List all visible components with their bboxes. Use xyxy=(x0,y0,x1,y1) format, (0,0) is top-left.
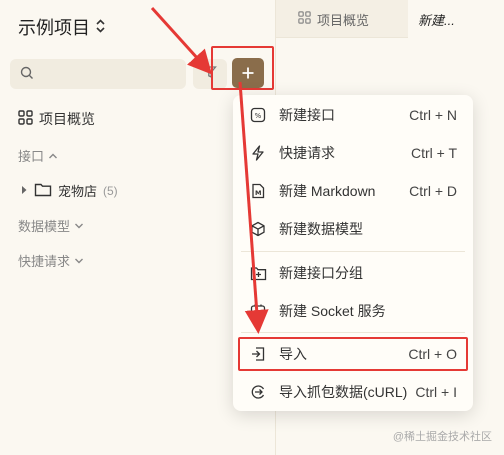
menu-item-shortcut: Ctrl + I xyxy=(415,384,457,400)
grid-icon xyxy=(18,110,33,128)
markdown-icon: M xyxy=(249,182,267,200)
lightning-icon xyxy=(249,144,267,162)
menu-item-label: 新建接口 xyxy=(279,107,335,123)
menu-divider xyxy=(241,332,465,333)
section-data-models[interactable]: 数据模型 xyxy=(18,216,84,235)
svg-text:M: M xyxy=(255,189,261,197)
caret-right-icon xyxy=(20,183,28,198)
import-highlight xyxy=(238,337,468,371)
folder-icon xyxy=(34,182,52,200)
chevron-down-icon xyxy=(74,218,84,233)
menu-item-new-data-model[interactable]: 新建数据模型 xyxy=(233,211,473,247)
tree-item-petstore[interactable]: 宠物店 (5) xyxy=(20,181,118,200)
menu-item-new-markdown[interactable]: M 新建 Markdown Ctrl + D xyxy=(233,173,473,209)
section-label: 快捷请求 xyxy=(18,254,71,269)
chevron-down-icon xyxy=(74,253,84,268)
tab-label: 项目概览 xyxy=(317,12,370,28)
project-selector[interactable]: 示例项目 xyxy=(18,14,105,40)
menu-item-shortcut: Ctrl + T xyxy=(410,145,457,161)
tab-label: 新建... xyxy=(418,12,455,28)
section-label: 接口 xyxy=(18,149,45,164)
folder-count: (5) xyxy=(103,183,118,198)
menu-item-label: 新建 Socket 服务 xyxy=(279,303,386,319)
add-button-highlight xyxy=(211,46,274,90)
menu-item-label: 新建接口分组 xyxy=(279,265,363,281)
tab-overview[interactable]: 项目概览 xyxy=(298,0,369,38)
menu-item-new-api[interactable]: % 新建接口 Ctrl + N xyxy=(233,97,473,133)
tab-new[interactable]: 新建... xyxy=(408,0,504,38)
menu-divider xyxy=(241,251,465,252)
chevron-updown-icon xyxy=(96,18,105,36)
cube-icon xyxy=(249,220,267,238)
section-quick-requests[interactable]: 快捷请求 xyxy=(18,251,84,270)
sidebar-item-label: 项目概览 xyxy=(39,111,95,127)
menu-item-label: 新建 Markdown xyxy=(279,183,376,199)
capture-icon xyxy=(249,383,267,401)
menu-item-quick-request[interactable]: 快捷请求 Ctrl + T xyxy=(233,135,473,171)
search-icon xyxy=(20,66,34,85)
section-api[interactable]: 接口 xyxy=(18,146,58,165)
menu-item-label: 快捷请求 xyxy=(279,145,335,161)
menu-item-label: 新建数据模型 xyxy=(279,221,363,237)
menu-item-shortcut: Ctrl + N xyxy=(409,107,457,123)
project-title: 示例项目 xyxy=(18,18,90,38)
sidebar-item-overview[interactable]: 项目概览 xyxy=(18,109,95,129)
menu-item-import-curl[interactable]: 导入抓包数据(cURL) Ctrl + I xyxy=(233,374,473,410)
menu-item-label: 导入抓包数据(cURL) xyxy=(279,384,408,400)
menu-item-new-api-group[interactable]: 新建接口分组 xyxy=(233,255,473,291)
svg-text:%: % xyxy=(255,112,262,120)
socket-icon xyxy=(249,302,267,320)
menu-item-new-socket-service[interactable]: 新建 Socket 服务 xyxy=(233,293,473,329)
section-label: 数据模型 xyxy=(18,219,71,234)
chevron-up-icon xyxy=(48,148,58,163)
menu-item-shortcut: Ctrl + D xyxy=(409,183,457,199)
grid-icon xyxy=(298,11,311,27)
search-input[interactable] xyxy=(10,59,186,89)
api-icon: % xyxy=(249,106,267,124)
tab-bar: 项目概览 新建... xyxy=(276,0,504,38)
folder-plus-icon xyxy=(249,264,267,282)
watermark: @稀土掘金技术社区 xyxy=(392,431,492,443)
folder-label: 宠物店 xyxy=(58,184,98,199)
